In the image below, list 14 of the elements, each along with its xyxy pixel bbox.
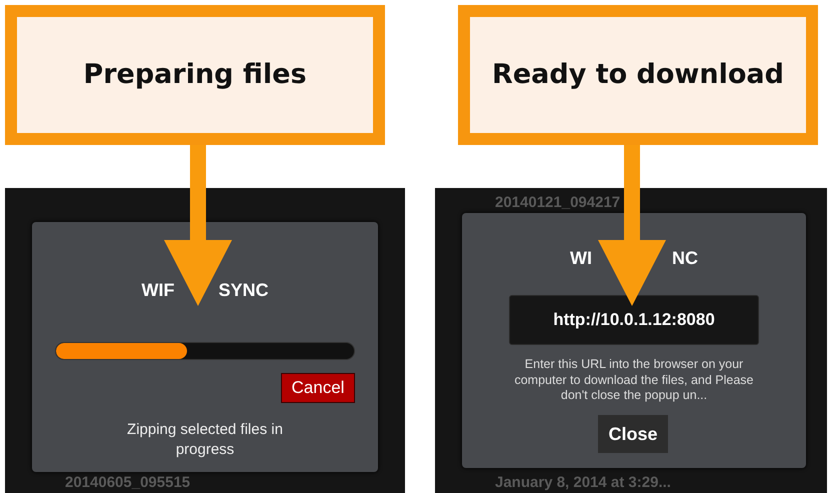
dialog-message: Enter this URL into the browser on your computer to download the files, and Please don't close the popup un... [513, 357, 755, 404]
dialog-title: WI [570, 247, 592, 270]
dialog-title: SYNC [218, 279, 268, 302]
file-name: January 8, 2014 at 3:29... [495, 472, 671, 492]
dialog-message: Zipping selected files in progress [126, 420, 284, 459]
url-field: http://10.0.1.12:8080 [509, 295, 759, 345]
callout-label: Preparing files [5, 5, 385, 145]
callout-label: Ready to download [458, 5, 818, 145]
cancel-button[interactable]: Cancel [281, 373, 355, 403]
dialog-title: WIF [141, 279, 174, 302]
close-button[interactable]: Close [598, 415, 668, 453]
file-name: 20140121_094217 [495, 193, 620, 213]
dialog-title: NC [672, 247, 698, 270]
file-name: 20140605_095515 [65, 472, 190, 492]
